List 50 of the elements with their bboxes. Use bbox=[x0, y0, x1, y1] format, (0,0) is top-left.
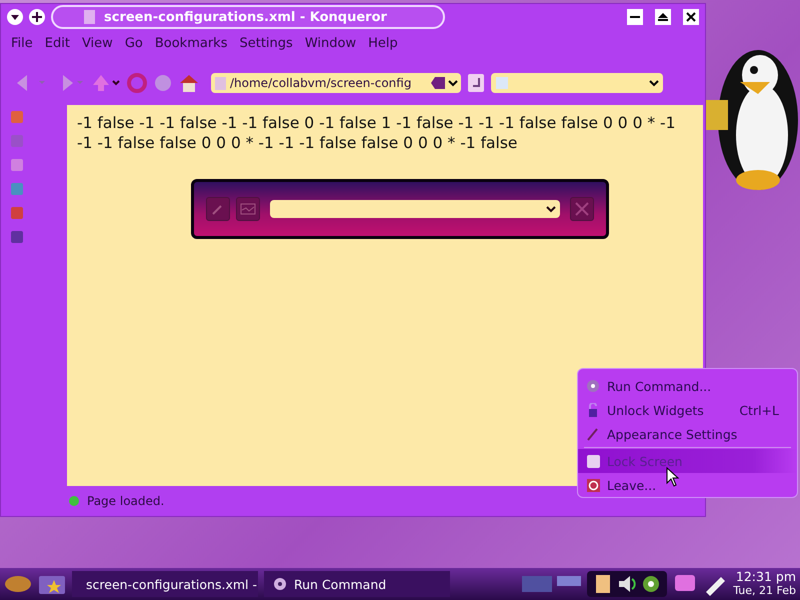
menu-item[interactable]: View bbox=[76, 36, 119, 50]
menu-item[interactable]: File bbox=[5, 36, 39, 50]
menu-item[interactable]: Settings bbox=[233, 36, 299, 50]
up-arrow-icon[interactable] bbox=[91, 73, 121, 93]
clock-time: 12:31 pm bbox=[736, 570, 796, 584]
location-field[interactable]: /home/collabvm/screen-config bbox=[211, 73, 461, 93]
menu-item[interactable]: Leave... bbox=[578, 473, 797, 497]
menu-item[interactable]: Window bbox=[298, 36, 362, 50]
mouse-pointer-icon bbox=[666, 467, 680, 487]
close-icon bbox=[686, 12, 696, 22]
menu-item[interactable]: Help bbox=[362, 36, 404, 50]
menu-item[interactable]: Appearance Settings bbox=[578, 422, 797, 446]
graph-icon bbox=[240, 203, 256, 215]
clock-date: Tue, 21 Feb bbox=[733, 584, 796, 598]
minimize-icon bbox=[630, 16, 640, 18]
menu-item[interactable]: Go bbox=[118, 36, 149, 50]
clear-icon[interactable] bbox=[431, 76, 445, 90]
close-icon bbox=[575, 202, 589, 216]
search-field[interactable] bbox=[491, 73, 663, 93]
menu-item[interactable]: Unlock Widgets Ctrl+L bbox=[578, 398, 797, 422]
add-button[interactable] bbox=[29, 9, 45, 25]
caret-icon[interactable] bbox=[448, 79, 458, 87]
enter-icon[interactable] bbox=[467, 73, 485, 93]
plus-icon bbox=[32, 12, 42, 22]
menu-item[interactable]: Bookmarks bbox=[148, 36, 234, 50]
command-field[interactable] bbox=[270, 200, 560, 218]
status-light-icon bbox=[69, 496, 79, 506]
maximize-button[interactable] bbox=[655, 9, 671, 25]
task-label: screen-configurations.xml - bbox=[86, 576, 257, 592]
task-button[interactable]: Run Command bbox=[264, 571, 450, 597]
minimize-button[interactable] bbox=[627, 9, 643, 25]
task-label: Run Command bbox=[294, 576, 386, 592]
task-button[interactable]: screen-configurations.xml - bbox=[72, 571, 258, 597]
maximize-icon bbox=[658, 12, 668, 22]
menu-item[interactable]: Edit bbox=[38, 36, 76, 50]
menu-item[interactable]: Run Command... bbox=[578, 374, 797, 398]
caret-icon bbox=[10, 13, 20, 21]
window-title: screen-configurations.xml - Konqueror bbox=[104, 10, 387, 24]
caret-icon bbox=[546, 205, 556, 213]
menu-button[interactable] bbox=[7, 9, 23, 25]
settings-button[interactable] bbox=[206, 197, 230, 221]
speaker-icon[interactable] bbox=[617, 573, 638, 595]
caret-icon[interactable] bbox=[649, 79, 659, 87]
power-icon bbox=[586, 478, 601, 492]
status-text: Page loaded. bbox=[87, 494, 164, 508]
graph-button[interactable] bbox=[236, 197, 260, 221]
close-button[interactable] bbox=[683, 9, 699, 25]
location-text: /home/collabvm/screen-config bbox=[230, 76, 412, 90]
document-text: -1 false -1 -1 false -1 -1 false 0 -1 false 1 -1 false -1 -1 -1 false false 0 0 0 * -1 -1 -1 false false 0 0 0 * -1 -1 -1 false false 0 0 0 * -1 false bbox=[77, 113, 676, 153]
shortcut-text: Ctrl+L bbox=[739, 402, 779, 418]
